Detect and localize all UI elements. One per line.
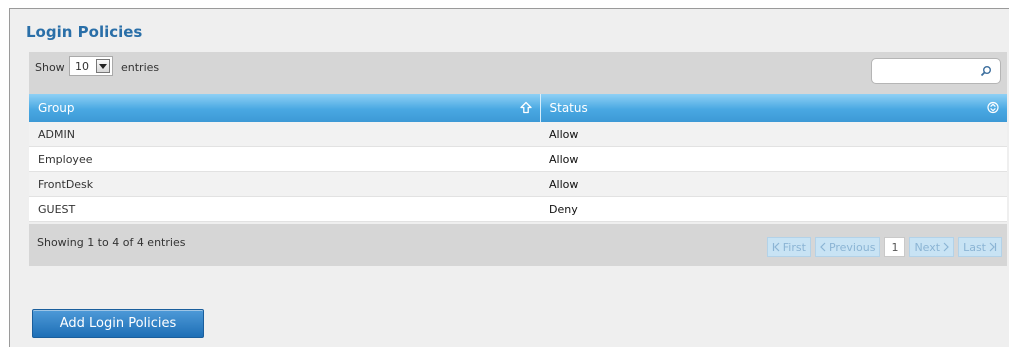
chevron-left-icon	[820, 242, 826, 252]
group-cell: Employee	[29, 146, 540, 172]
last-page-button[interactable]: Last	[958, 237, 1002, 257]
search-input[interactable]	[878, 63, 978, 81]
search-icon[interactable]	[980, 65, 992, 77]
chevron-right-icon	[943, 242, 949, 252]
status-cell: Allow	[540, 122, 1007, 147]
last-page-icon	[989, 242, 997, 252]
show-label: Show	[35, 61, 65, 74]
page-number-button[interactable]: 1	[884, 237, 906, 257]
sort-ascending-icon[interactable]	[519, 101, 532, 114]
chevron-down-icon[interactable]	[96, 59, 110, 73]
first-page-button[interactable]: First	[766, 237, 811, 257]
entries-label: entries	[121, 61, 160, 74]
entries-length-value: 10	[75, 60, 89, 73]
page-number-label: 1	[891, 240, 899, 254]
table-toolbar: Show 10 entries	[29, 52, 1007, 94]
table-row[interactable]: GUEST Deny	[29, 196, 1007, 222]
entries-length-select[interactable]: 10	[69, 56, 113, 76]
table-header-row: Group Status	[29, 94, 1007, 122]
column-header-label: Status	[549, 101, 588, 115]
group-cell: ADMIN	[29, 122, 540, 147]
column-header-status[interactable]: Status	[540, 94, 1007, 122]
group-cell: FrontDesk	[29, 171, 540, 197]
table-row[interactable]: ADMIN Allow	[29, 122, 1007, 147]
table-footer: Showing 1 to 4 of 4 entries First Previo…	[29, 224, 1007, 266]
previous-page-button[interactable]: Previous	[814, 237, 881, 257]
status-cell: Allow	[540, 171, 1007, 197]
search-box[interactable]	[871, 58, 1001, 84]
column-header-group[interactable]: Group	[29, 94, 541, 122]
policies-table-wrapper: Show 10 entries Group Status ADMIN Allow…	[29, 52, 1007, 266]
column-header-label: Group	[38, 101, 75, 115]
status-cell: Deny	[540, 196, 1007, 222]
page-title: Login Policies	[26, 23, 143, 41]
add-login-policies-button[interactable]: Add Login Policies	[32, 309, 204, 338]
pagination: First Previous 1 Next Last	[766, 237, 1002, 257]
last-page-label: Last	[963, 240, 986, 254]
group-cell: GUEST	[29, 196, 540, 222]
first-page-label: First	[782, 240, 806, 254]
next-page-button[interactable]: Next	[909, 237, 955, 257]
sort-both-icon[interactable]	[987, 101, 999, 114]
entries-info: Showing 1 to 4 of 4 entries	[37, 236, 186, 249]
table-row[interactable]: FrontDesk Allow	[29, 171, 1007, 197]
login-policies-panel: Login Policies Show 10 entries Group Sta…	[9, 8, 1009, 347]
status-cell: Allow	[540, 146, 1007, 172]
next-page-label: Next	[914, 240, 941, 254]
policies-table: Group Status ADMIN Allow Employee Allow …	[29, 94, 1007, 222]
first-page-icon	[772, 242, 780, 252]
table-row[interactable]: Employee Allow	[29, 146, 1007, 172]
previous-page-label: Previous	[828, 240, 876, 254]
